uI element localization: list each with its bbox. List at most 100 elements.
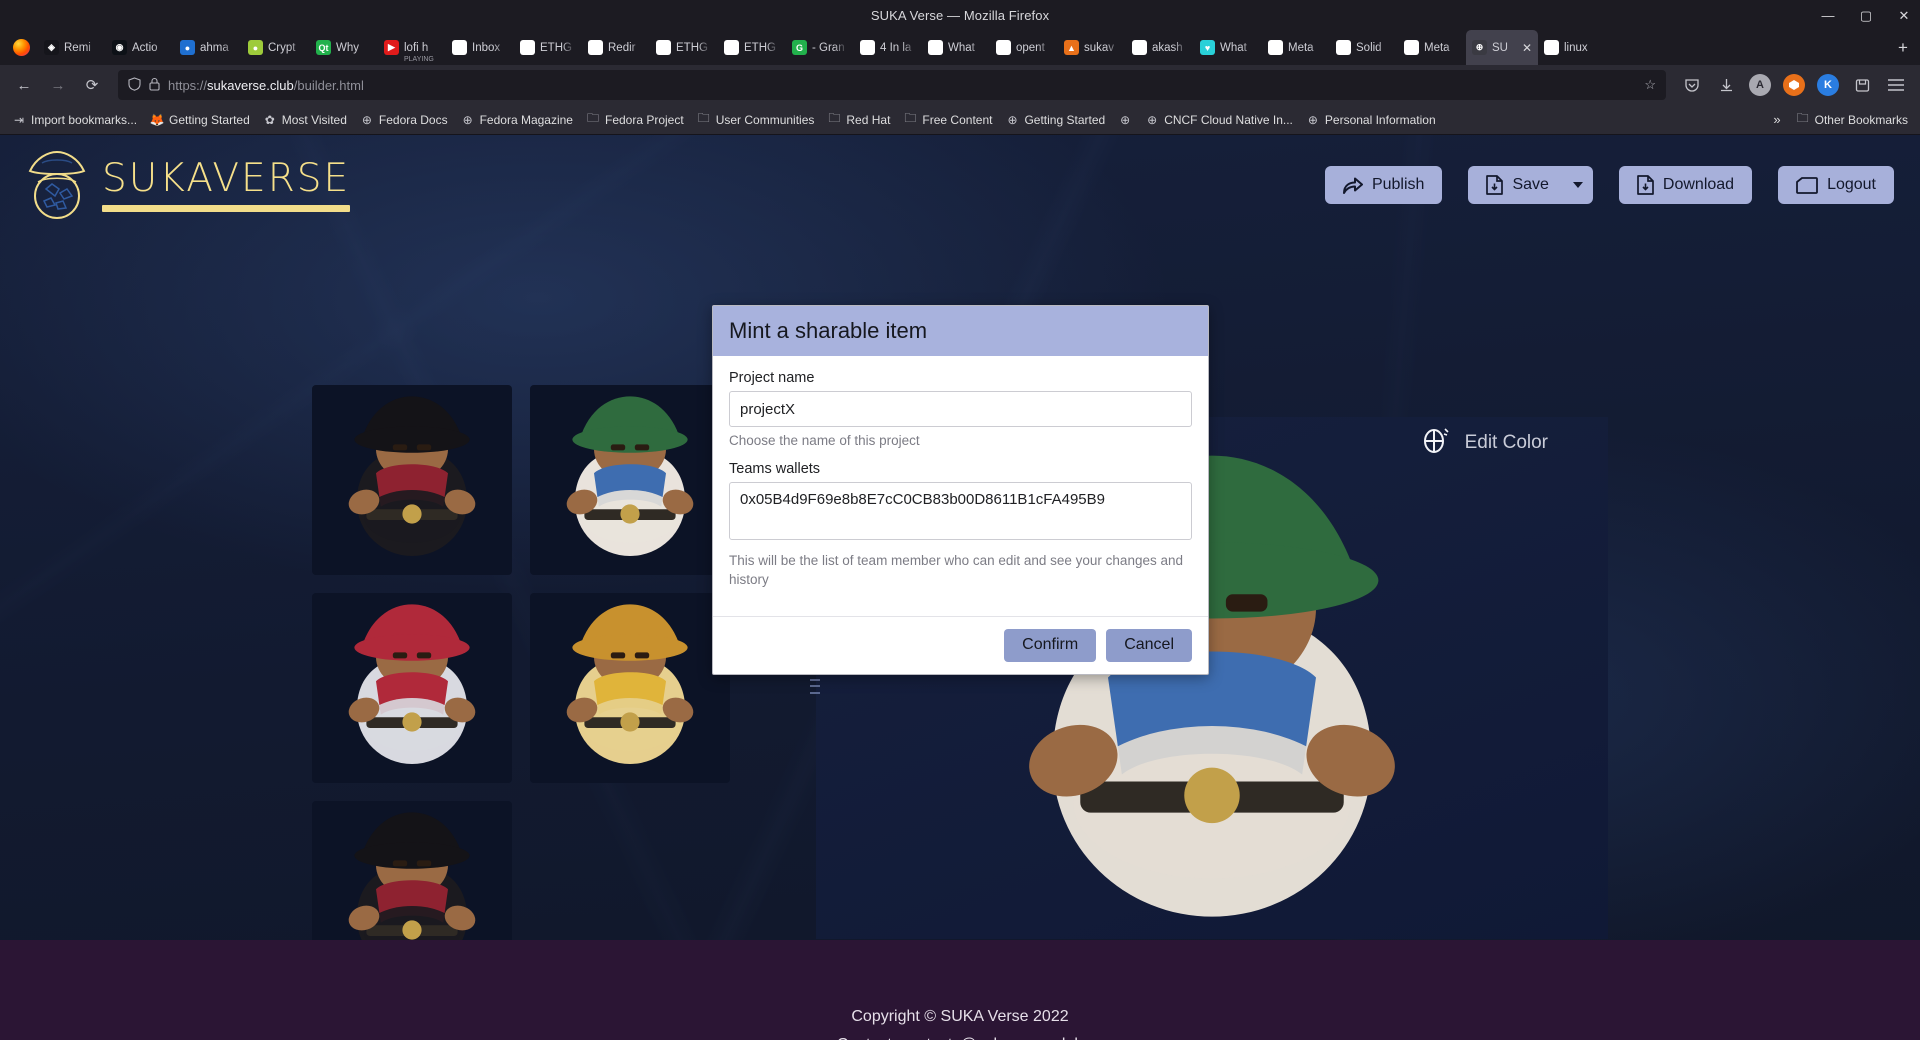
extension-icon[interactable]	[1778, 70, 1810, 100]
tab-favicon-icon: ✆	[928, 40, 943, 55]
tab-label: Solid	[1356, 41, 1382, 54]
browser-tab[interactable]: ◈ Remi	[38, 30, 106, 65]
tab-label: opent	[1016, 41, 1045, 54]
window-controls: — ▢ ✕	[1820, 0, 1912, 30]
dialog-body: Project name Choose the name of this pro…	[713, 356, 1208, 616]
browser-tab[interactable]: Qt Why	[310, 30, 378, 65]
bookmark-item[interactable]: ⊕ Personal Information	[1300, 110, 1442, 130]
tab-favicon-icon: ▲	[1064, 40, 1079, 55]
bookmarks-overflow-button[interactable]: »	[1765, 112, 1788, 127]
new-tab-button[interactable]: +	[1886, 30, 1920, 65]
browser-tab[interactable]: ▶ lofi h PLAYING	[378, 30, 446, 65]
menu-icon[interactable]	[1880, 70, 1912, 100]
tab-label: Crypt	[268, 41, 296, 54]
tab-label: - Gran	[812, 41, 845, 54]
close-window-button[interactable]: ✕	[1896, 9, 1912, 22]
bookmarks-bar: ⇥ Import bookmarks... 🦊 Getting Started ✿ Mos…	[0, 105, 1920, 135]
folder-icon: 🗀	[828, 111, 841, 125]
tab-label: ETHG	[744, 41, 776, 54]
browser-tab[interactable]: M Inbox	[446, 30, 514, 65]
browser-tab[interactable]: ◆ ETHG	[650, 30, 718, 65]
forward-icon[interactable]: →	[42, 70, 74, 100]
browser-tab[interactable]: ◆ ETHG	[514, 30, 582, 65]
tab-label: What	[948, 41, 975, 54]
globe-icon: ⊕	[1307, 112, 1318, 127]
shield-icon[interactable]	[128, 76, 141, 94]
url-text[interactable]: https://sukaverse.club/builder.html	[168, 78, 364, 93]
cancel-button[interactable]: Cancel	[1106, 628, 1192, 662]
bookmark-label: Import bookmarks...	[31, 112, 138, 127]
confirm-button[interactable]: Confirm	[1004, 628, 1097, 662]
bookmark-item[interactable]: ⊕ CNCF Cloud Native In...	[1139, 110, 1299, 130]
pocket-icon[interactable]	[1676, 70, 1708, 100]
browser-tab[interactable]: Gakash	[1126, 30, 1194, 65]
browser-tab[interactable]: ● Crypt	[242, 30, 310, 65]
browser-tab[interactable]: ⊕ SU ✕	[1466, 30, 1538, 65]
bookmark-star-icon[interactable]: ☆	[1644, 77, 1656, 93]
browser-tab[interactable]: G Redir	[582, 30, 650, 65]
tab-favicon-icon: ♥	[1200, 40, 1215, 55]
tab-label: ahma	[200, 41, 229, 54]
browser-tab[interactable]: ◉ Actio	[106, 30, 174, 65]
bookmark-item[interactable]: 🗀 Free Content	[897, 106, 998, 133]
folder-icon: 🗀	[904, 111, 917, 125]
bookmark-label: Getting Started	[1024, 112, 1106, 127]
bookmark-item[interactable]: 🗀 Red Hat	[821, 106, 896, 133]
browser-tab[interactable]: ✆ What	[922, 30, 990, 65]
tab-label: akash	[1152, 41, 1183, 54]
account-icon[interactable]: A	[1744, 70, 1776, 100]
bookmark-item[interactable]: 🦊 Getting Started	[144, 110, 256, 130]
lock-icon[interactable]	[149, 77, 160, 94]
maximize-button[interactable]: ▢	[1858, 9, 1874, 22]
project-name-label: Project name	[729, 370, 815, 386]
bookmark-label: Most Visited	[281, 112, 347, 127]
tab-label: ETHG	[540, 41, 572, 54]
bookmark-label: Personal Information	[1324, 112, 1436, 127]
other-bookmarks-folder[interactable]: 🗀 Other Bookmarks	[1790, 106, 1914, 133]
tab-favicon-icon: ◆	[724, 40, 739, 55]
bookmark-item[interactable]: ⊕ Getting Started	[999, 110, 1111, 130]
browser-tab[interactable]: G 4 In la	[854, 30, 922, 65]
browser-tab[interactable]: ▲ sukav	[1058, 30, 1126, 65]
tab-sublabel: PLAYING	[404, 56, 434, 63]
project-name-input[interactable]	[729, 391, 1192, 427]
tab-label: Why	[336, 41, 359, 54]
browser-tab[interactable]: G Solid	[1330, 30, 1398, 65]
browser-tab[interactable]: W Meta	[1398, 30, 1466, 65]
browser-tab[interactable]: ● ahma	[174, 30, 242, 65]
bookmark-item[interactable]: ⊕	[1112, 110, 1138, 130]
tab-label: Inbox	[472, 41, 501, 54]
address-bar[interactable]: https://sukaverse.club/builder.html ☆	[118, 70, 1666, 100]
teams-wallets-hint: This will be the list of team member who…	[729, 552, 1183, 588]
tab-close-icon[interactable]: ✕	[1522, 41, 1532, 55]
bookmark-item[interactable]: 🗀 User Communities	[691, 106, 821, 133]
browser-tab[interactable]: ♥ What	[1194, 30, 1262, 65]
browser-tab[interactable]: ▲ opent	[990, 30, 1058, 65]
teams-wallets-textarea[interactable]	[729, 481, 1192, 540]
tab-favicon-icon: ◈	[44, 40, 59, 55]
minimize-button[interactable]: —	[1820, 9, 1836, 22]
bookmark-item[interactable]: ⇥ Import bookmarks...	[6, 110, 143, 130]
dialog-header: Mint a sharable item	[713, 306, 1208, 356]
downloads-icon[interactable]	[1710, 70, 1742, 100]
tab-list: ◈ Remi ◉ Actio ● ahma ● Crypt Qt Why ▶ lofi h PLAYI…	[38, 30, 1886, 65]
tab-favicon-icon: ▲	[996, 40, 1011, 55]
bookmark-item[interactable]: 🗀 Fedora Project	[580, 106, 690, 133]
browser-tab[interactable]: ◆ ETHG	[718, 30, 786, 65]
mint-dialog: Mint a sharable item Project name Choose…	[712, 305, 1209, 675]
reload-icon[interactable]: ⟳	[76, 70, 108, 100]
save-page-icon[interactable]	[1846, 70, 1878, 100]
globe-icon: ⊕	[1120, 112, 1131, 127]
dialog-footer: Confirm Cancel	[713, 615, 1208, 674]
browser-tab[interactable]: G Meta	[1262, 30, 1330, 65]
globe-icon: ⊕	[1147, 112, 1158, 127]
browser-tab[interactable]: Glinux	[1538, 30, 1606, 65]
browser-tab[interactable]: G - Gran	[786, 30, 854, 65]
bookmark-label: CNCF Cloud Native In...	[1164, 112, 1293, 127]
bookmark-item[interactable]: ⊕ Fedora Docs	[354, 110, 454, 130]
bookmark-item[interactable]: ✿ Most Visited	[257, 110, 353, 130]
profile-badge[interactable]: K	[1812, 70, 1844, 100]
back-icon[interactable]: ←	[8, 70, 40, 100]
tab-favicon-icon: G	[1544, 40, 1559, 55]
bookmark-item[interactable]: ⊕ Fedora Magazine	[455, 110, 579, 130]
